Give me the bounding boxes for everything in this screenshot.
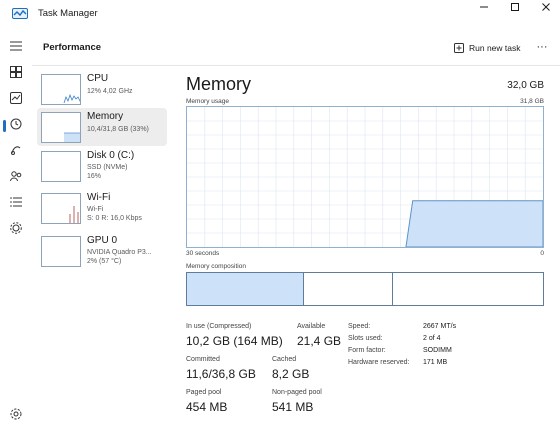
device-gpu-0[interactable]: GPU 0 NVIDIA Quadro P3... 2% (57 °C): [37, 232, 167, 270]
composition-standby: [393, 273, 543, 305]
cached-value: 8,2 GB: [272, 367, 310, 381]
device-detail: S: 0 R: 16,0 Kbps: [87, 215, 142, 222]
nav-performance[interactable]: [4, 86, 28, 110]
non-paged-pool-label: Non-paged pool: [272, 389, 322, 396]
run-new-task-label: Run new task: [469, 43, 521, 53]
nav-rail: [0, 28, 32, 422]
close-button[interactable]: [528, 0, 560, 14]
cached-label: Cached: [272, 356, 297, 363]
composition-in-use: [187, 273, 305, 305]
slots-used-label: Slots used:: [348, 335, 383, 342]
memory-mini-graph: [64, 132, 80, 142]
app-history-icon: [10, 118, 22, 130]
processes-icon: [10, 66, 22, 78]
device-name: Disk 0 (C:): [87, 150, 135, 161]
device-cpu[interactable]: CPU 12% 4,02 GHz: [37, 70, 167, 108]
nav-startup-apps[interactable]: [4, 138, 28, 162]
disk-thumbnail: [41, 151, 81, 182]
nav-users[interactable]: [4, 164, 28, 188]
nav-settings[interactable]: [4, 402, 28, 422]
run-task-icon: [454, 43, 464, 53]
cpu-thumbnail: [41, 74, 81, 105]
composition-modified: [304, 273, 394, 305]
memory-panel: Memory 32,0 GB Memory usage 31,8 GB 30 s…: [172, 66, 560, 422]
committed-value: 11,6/36,8 GB: [186, 367, 256, 381]
form-factor-label: Form factor:: [348, 347, 386, 354]
device-name: CPU: [87, 73, 109, 84]
form-factor-value: SODIMM: [423, 347, 452, 354]
device-memory[interactable]: Memory 10,4/31,8 GB (33%): [37, 108, 167, 146]
wifi-mini-graph: [69, 206, 79, 223]
device-detail: 2% (57 °C): [87, 258, 122, 265]
device-name: Memory: [87, 111, 124, 122]
users-icon: [10, 171, 22, 182]
app-title: Task Manager: [38, 8, 98, 19]
settings-icon: [10, 408, 22, 420]
nav-services[interactable]: [4, 216, 28, 240]
run-new-task-button[interactable]: Run new task: [454, 39, 521, 57]
memory-thumbnail: [41, 112, 81, 143]
paged-pool-label: Paged pool: [186, 389, 222, 396]
nav-details[interactable]: [4, 190, 28, 214]
paged-pool-value: 454 MB: [186, 400, 228, 414]
graph-time-now-label: 0: [540, 250, 544, 257]
more-options-button[interactable]: ···: [532, 38, 552, 56]
device-detail: SSD (NVMe): [87, 164, 128, 171]
device-name: Wi-Fi: [87, 192, 111, 203]
cpu-mini-graph: [63, 93, 80, 104]
committed-label: Committed: [186, 356, 220, 363]
speed-value: 2667 MT/s: [423, 323, 457, 330]
hamburger-menu-icon: [10, 41, 22, 51]
services-icon: [10, 222, 22, 234]
wifi-thumbnail: [41, 193, 81, 224]
hardware-reserved-value: 171 MB: [423, 359, 448, 366]
details-icon: [10, 197, 22, 207]
graph-time-span-label: 30 seconds: [186, 250, 220, 257]
more-icon: ···: [536, 41, 548, 53]
device-detail: Wi-Fi: [87, 206, 104, 213]
title-bar: Task Manager: [0, 0, 560, 28]
performance-icon: [10, 92, 22, 104]
in-use-label: In use (Compressed): [186, 323, 252, 330]
available-value: 21,4 GB: [297, 334, 342, 348]
nav-processes[interactable]: [4, 60, 28, 84]
close-icon: [542, 3, 550, 11]
speed-label: Speed:: [348, 323, 371, 330]
device-detail: NVIDIA Quadro P3...: [87, 249, 152, 256]
available-label: Available: [297, 323, 326, 330]
page-header: Performance Run new task ···: [32, 28, 560, 66]
memory-usage-graph: [186, 106, 544, 248]
nav-app-history[interactable]: [4, 112, 28, 136]
device-list: CPU 12% 4,02 GHz Memory 10,4/31,8 GB (33…: [32, 66, 172, 422]
task-manager-app-icon: [12, 8, 28, 19]
memory-usage-chart: [187, 107, 543, 247]
non-paged-pool-value: 541 MB: [272, 400, 314, 414]
memory-composition-bar: [186, 272, 544, 306]
device-name: GPU 0: [87, 235, 118, 246]
device-detail: 10,4/31,8 GB (33%): [87, 126, 149, 133]
in-use-value: 10,2 GB (164 MB): [186, 334, 283, 348]
minimize-icon: [480, 6, 488, 8]
hardware-reserved-label: Hardware reserved:: [348, 359, 410, 366]
memory-usage-label: Memory usage: [186, 98, 229, 105]
memory-title: Memory: [186, 74, 252, 94]
slots-used-value: 2 of 4: [423, 335, 441, 342]
hamburger-menu-button[interactable]: [4, 34, 28, 58]
device-wifi[interactable]: Wi-Fi Wi-Fi S: 0 R: 16,0 Kbps: [37, 189, 167, 227]
device-detail: 16%: [87, 173, 102, 180]
memory-usage-area: [405, 200, 543, 247]
device-detail: 12% 4,02 GHz: [87, 88, 133, 95]
page-title: Performance: [43, 42, 102, 53]
maximize-icon: [511, 3, 519, 11]
device-disk-0[interactable]: Disk 0 (C:) SSD (NVMe) 16%: [37, 147, 167, 185]
startup-apps-icon: [11, 146, 21, 155]
memory-total: 32,0 GB: [507, 80, 544, 91]
memory-usage-max: 31,8 GB: [520, 98, 544, 105]
memory-composition-label: Memory composition: [186, 263, 246, 270]
gpu-thumbnail: [41, 236, 81, 267]
